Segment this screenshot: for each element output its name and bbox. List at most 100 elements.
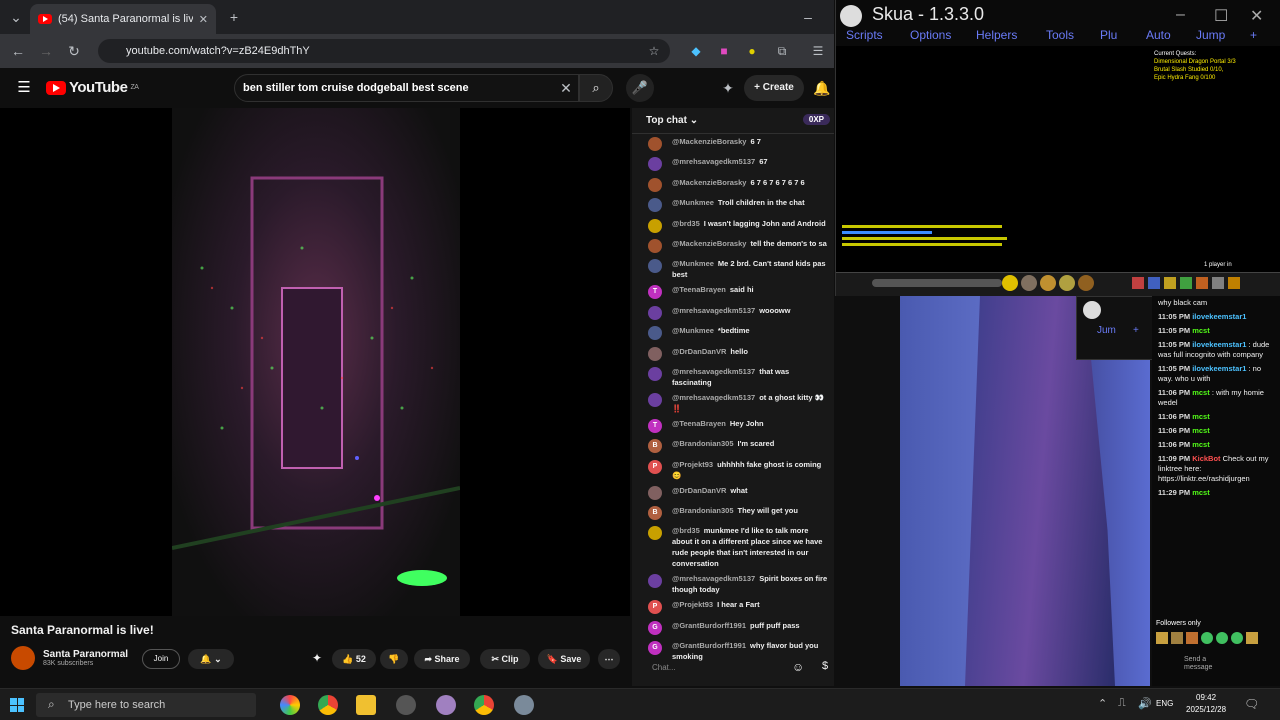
chat-author[interactable]: @Brandonian305 xyxy=(672,439,734,448)
url-field[interactable]: youtube.com/watch?v=zB24E9dhThY xyxy=(98,39,670,63)
extensions-puzzle-icon[interactable]: ⧉ xyxy=(772,34,792,68)
share-button[interactable]: ➦ Share xyxy=(414,649,470,669)
extension-icon[interactable]: ◆ xyxy=(686,34,706,68)
clip-button[interactable]: ✂ Clip xyxy=(480,649,530,669)
new-tab-icon[interactable]: + xyxy=(224,0,244,34)
chat-avatar[interactable] xyxy=(648,238,662,253)
skua-game-view[interactable]: Current Quests: Dimensional Dragon Porta… xyxy=(836,46,1280,296)
chat-avatar[interactable] xyxy=(648,366,662,381)
chat-author[interactable]: @mrehsavagedkm5137 xyxy=(672,157,755,166)
menu-tools[interactable]: Tools xyxy=(1046,28,1074,42)
kick-message-user[interactable]: ilovekeemstar1 xyxy=(1192,312,1246,321)
dislike-button[interactable]: 👎 xyxy=(380,649,408,669)
super-chat-icon[interactable]: $ xyxy=(822,660,828,672)
chat-avatar[interactable] xyxy=(648,137,662,151)
chat-author[interactable]: @mrehsavagedkm5137 xyxy=(672,574,755,583)
xp-badge[interactable]: 0XP xyxy=(802,114,830,125)
sidebar-icon[interactable]: ☰ xyxy=(808,34,828,68)
chat-avatar[interactable]: P xyxy=(648,600,662,615)
chat-author[interactable]: @TeenaBrayen xyxy=(672,285,726,294)
kick-message-user[interactable]: mcst xyxy=(1192,412,1210,421)
chat-author[interactable]: @mrehsavagedkm5137 xyxy=(672,367,755,376)
notifications-bell-icon[interactable]: 🔔 xyxy=(812,68,832,108)
send-message-input[interactable]: Send a message xyxy=(1184,656,1224,672)
chat-avatar[interactable]: T xyxy=(648,285,662,300)
kick-message-user[interactable]: ilovekeemstar1 xyxy=(1192,340,1246,349)
chat-avatar[interactable]: P xyxy=(648,459,662,474)
chat-avatar[interactable]: B xyxy=(648,439,662,454)
chat-author[interactable]: @brd35 xyxy=(672,219,700,228)
extension-flame-icon[interactable]: ✦ xyxy=(718,68,738,108)
chat-author[interactable]: @GrantBurdorff1991 xyxy=(672,641,746,650)
chat-author[interactable]: @Projekt93 xyxy=(672,460,713,469)
reload-icon[interactable]: ↻ xyxy=(64,34,84,68)
top-chat-dropdown[interactable]: Top chat xyxy=(646,115,687,126)
kick-message-user[interactable]: mcst xyxy=(1192,388,1210,397)
minimize-icon[interactable]: – xyxy=(1176,6,1185,24)
search-input[interactable]: ben stiller tom cruise dodgeball best sc… xyxy=(234,74,579,102)
back-icon[interactable]: ← xyxy=(8,34,28,68)
extension-flame-icon[interactable]: ✦ xyxy=(312,651,322,665)
chat-avatar[interactable] xyxy=(648,218,662,233)
taskbar-search-input[interactable]: Type here to search xyxy=(36,693,256,717)
copilot-icon[interactable] xyxy=(280,695,300,715)
youtube-logo[interactable]: YouTube ZA xyxy=(46,79,139,96)
extension-icon[interactable]: ■ xyxy=(714,34,734,68)
taskbar-clock[interactable]: 09:42 2025/12/28 xyxy=(1186,692,1226,716)
more-actions-button[interactable]: ⋯ xyxy=(598,649,620,669)
chat-avatar[interactable] xyxy=(648,259,662,274)
like-button[interactable]: 👍 52 xyxy=(332,649,376,669)
kick-message-user[interactable]: mcst xyxy=(1192,488,1210,497)
add-icon[interactable]: + xyxy=(1133,325,1139,336)
menu-hamburger-icon[interactable]: ☰ xyxy=(14,68,34,108)
chat-author[interactable]: @Projekt93 xyxy=(672,600,713,609)
chat-author[interactable]: @TeenaBrayen xyxy=(672,419,726,428)
channel-info[interactable]: Santa Paranormal 83K subscribers xyxy=(11,646,128,670)
chat-author[interactable]: @MackenzieBorasky xyxy=(672,239,746,248)
skill-icons[interactable] xyxy=(1002,275,1094,291)
skua-mini-window[interactable]: Jum + xyxy=(1076,296,1156,360)
chat-avatar[interactable] xyxy=(648,177,662,192)
forward-icon[interactable]: → xyxy=(36,34,56,68)
kick-message-user[interactable]: mcst xyxy=(1192,440,1210,449)
menu-auto[interactable]: Auto xyxy=(1146,28,1171,42)
add-icon[interactable]: + xyxy=(1250,28,1257,42)
menu-helpers[interactable]: Helpers xyxy=(976,28,1017,42)
chat-author[interactable]: @brd35 xyxy=(672,526,700,535)
clear-search-icon[interactable]: ✕ xyxy=(556,68,576,108)
app-icon[interactable] xyxy=(436,695,456,715)
join-button[interactable]: Join xyxy=(142,649,180,669)
chat-author[interactable]: @Munkmee xyxy=(672,198,714,207)
chat-author[interactable]: @mrehsavagedkm5137 xyxy=(672,393,755,402)
chat-avatar[interactable] xyxy=(648,157,662,172)
chat-avatar[interactable]: G xyxy=(648,641,662,656)
menu-jump[interactable]: Jump xyxy=(1196,28,1225,42)
chat-avatar[interactable]: G xyxy=(648,620,662,635)
video-player[interactable] xyxy=(0,108,630,616)
chrome-icon[interactable] xyxy=(318,695,338,715)
chat-avatar[interactable]: T xyxy=(648,418,662,433)
chrome-icon[interactable] xyxy=(474,695,494,715)
browser-tab[interactable]: (54) Santa Paranormal is live! ✕ xyxy=(30,4,216,34)
menu-plugins[interactable]: Plu xyxy=(1100,28,1117,42)
menu-jump[interactable]: Jum xyxy=(1097,325,1116,336)
channel-name[interactable]: Santa Paranormal xyxy=(43,649,128,660)
maximize-icon[interactable]: ☐ xyxy=(1214,6,1228,26)
bookmark-star-icon[interactable]: ☆ xyxy=(644,34,664,68)
chat-avatar[interactable] xyxy=(648,392,662,407)
chat-avatar[interactable] xyxy=(648,574,662,589)
search-button[interactable]: ⌕ xyxy=(579,74,613,102)
notifications-icon[interactable]: 🗨 xyxy=(1244,697,1259,711)
save-button[interactable]: 🔖 Save xyxy=(538,649,590,669)
network-icon[interactable]: ⎍ xyxy=(1118,697,1126,710)
kick-message-user[interactable]: KickBot xyxy=(1192,454,1220,463)
file-explorer-icon[interactable] xyxy=(356,695,376,715)
chat-avatar[interactable] xyxy=(648,485,662,500)
chat-avatar[interactable] xyxy=(648,305,662,320)
kick-message-user[interactable]: mcst xyxy=(1192,426,1210,435)
chat-avatar[interactable] xyxy=(648,198,662,213)
tab-list-icon[interactable]: ⌄ xyxy=(6,0,26,34)
tray-chevron-icon[interactable]: ⌃ xyxy=(1098,697,1107,710)
chat-author[interactable]: @MackenzieBorasky xyxy=(672,178,746,187)
chat-author[interactable]: @Munkmee xyxy=(672,326,714,335)
